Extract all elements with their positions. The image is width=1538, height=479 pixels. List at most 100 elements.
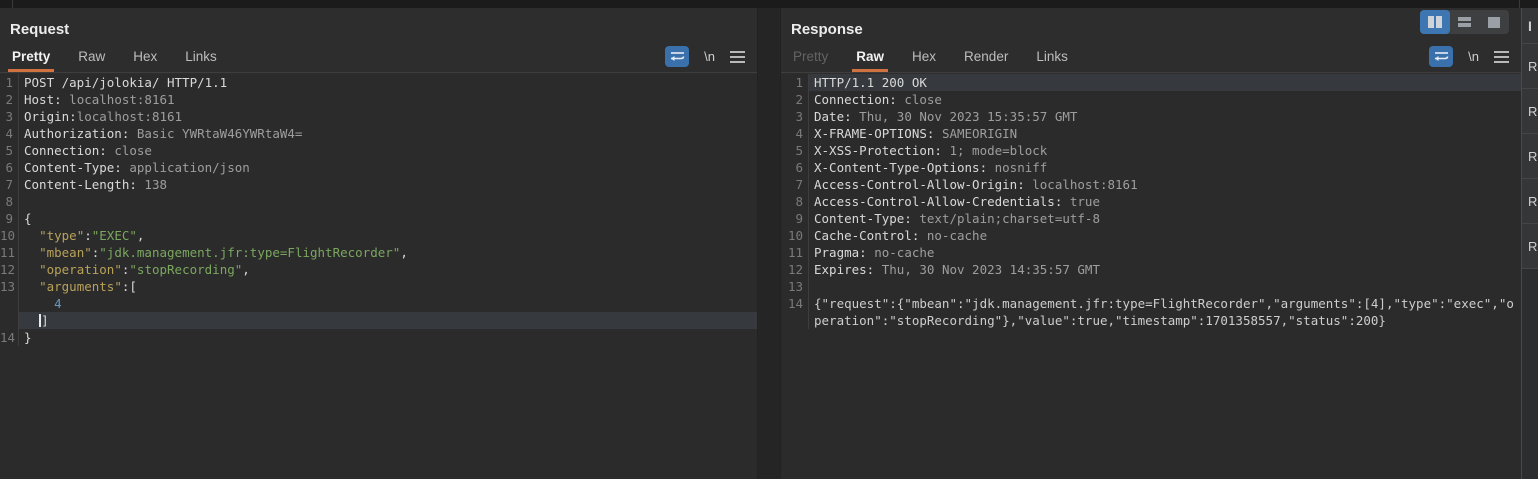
code-line[interactable]: 1 HTTP/1.1 200 OK: [781, 74, 1521, 91]
code-token: localhost:8161: [77, 109, 182, 124]
line-number: 1: [0, 74, 19, 91]
line-number: 10: [781, 227, 809, 244]
word-wrap-button[interactable]: [665, 46, 689, 67]
code-line[interactable]: 9{: [0, 210, 757, 227]
line-number: 1: [781, 74, 809, 91]
top-strip: [0, 0, 1538, 8]
code-text: Content-Length: 138: [19, 176, 757, 193]
code-token: HTTP/1.1 200 OK: [814, 75, 927, 90]
response-tab-links[interactable]: Links: [1034, 45, 1070, 73]
inspector-section[interactable]: R: [1522, 179, 1538, 224]
response-tab-pretty[interactable]: Pretty: [791, 45, 830, 73]
rows-icon: [1458, 17, 1471, 27]
code-line[interactable]: 7Access-Control-Allow-Origin: localhost:…: [781, 176, 1521, 193]
code-token: Thu, 30 Nov 2023 15:35:57 GMT: [852, 109, 1078, 124]
code-text: X-Content-Type-Options: nosniff: [809, 159, 1521, 176]
code-line[interactable]: 14}: [0, 329, 757, 346]
side-by-side-view-button[interactable]: [1420, 10, 1450, 34]
code-token: no-cache: [867, 245, 935, 260]
code-line[interactable]: 4X-FRAME-OPTIONS: SAMEORIGIN: [781, 125, 1521, 142]
code-token: localhost:8161: [1025, 177, 1138, 192]
code-line[interactable]: 4: [0, 295, 757, 312]
word-wrap-icon: [1434, 50, 1449, 63]
show-newlines-button[interactable]: \n: [704, 49, 715, 64]
code-token: X-Content-Type-Options:: [814, 160, 987, 175]
code-line[interactable]: 10Cache-Control: no-cache: [781, 227, 1521, 244]
response-tab-raw[interactable]: Raw: [854, 45, 886, 73]
code-text: {: [19, 210, 757, 227]
response-tab-hex[interactable]: Hex: [910, 45, 938, 73]
request-tab-links[interactable]: Links: [183, 45, 219, 73]
code-text: POST /api/jolokia/ HTTP/1.1: [19, 74, 757, 91]
code-line[interactable]: 5Connection: close: [0, 142, 757, 159]
line-number: 7: [0, 176, 19, 193]
code-line[interactable]: 10 "type":"EXEC",: [0, 227, 757, 244]
code-token: X-FRAME-OPTIONS:: [814, 126, 934, 141]
code-line[interactable]: 2Host: localhost:8161: [0, 91, 757, 108]
code-line[interactable]: 13: [781, 278, 1521, 295]
code-token: Authorization:: [24, 126, 129, 141]
tab-separator: [0, 72, 757, 73]
inspector-section[interactable]: R: [1522, 44, 1538, 89]
inspector-section[interactable]: R: [1522, 89, 1538, 134]
code-line[interactable]: 11Pragma: no-cache: [781, 244, 1521, 261]
code-token: close: [107, 143, 152, 158]
request-panel: Request Pretty Raw Hex Links \n 1POST /a…: [0, 8, 757, 479]
code-line[interactable]: 2Connection: close: [781, 91, 1521, 108]
code-text: }: [19, 329, 757, 346]
editor-menu-icon[interactable]: [730, 51, 745, 63]
code-line[interactable]: 11 "mbean":"jdk.management.jfr:type=Flig…: [0, 244, 757, 261]
code-line[interactable]: 8: [0, 193, 757, 210]
line-number: 12: [0, 261, 19, 278]
editor-menu-icon[interactable]: [1494, 51, 1509, 63]
code-line[interactable]: 14{"request":{"mbean":"jdk.management.jf…: [781, 295, 1521, 329]
code-line[interactable]: 12 "operation":"stopRecording",: [0, 261, 757, 278]
code-token: "mbean": [39, 245, 92, 260]
line-number: 4: [0, 125, 19, 142]
code-token: Content-Length:: [24, 177, 137, 192]
request-editor[interactable]: 1 POST /api/jolokia/ HTTP/1.12Host: local…: [0, 74, 757, 479]
single-view-button[interactable]: [1479, 10, 1509, 34]
code-line[interactable]: 3Date: Thu, 30 Nov 2023 15:35:57 GMT: [781, 108, 1521, 125]
line-number: [0, 312, 19, 329]
code-token: ,: [242, 262, 250, 277]
code-text: "type":"EXEC",: [19, 227, 757, 244]
inspector-section[interactable]: R: [1522, 224, 1538, 269]
word-wrap-button[interactable]: [1429, 46, 1453, 67]
code-line[interactable]: 9Content-Type: text/plain;charset=utf-8: [781, 210, 1521, 227]
request-tab-raw[interactable]: Raw: [76, 45, 107, 73]
code-line[interactable]: 6Content-Type: application/json: [0, 159, 757, 176]
code-text: X-FRAME-OPTIONS: SAMEORIGIN: [809, 125, 1521, 142]
inspector-header[interactable]: I: [1522, 8, 1538, 44]
request-tab-pretty[interactable]: Pretty: [10, 45, 52, 73]
code-token: POST /api/jolokia/ HTTP/1.1: [24, 75, 227, 90]
line-number: 13: [0, 278, 19, 295]
square-icon: [1488, 17, 1500, 28]
code-line[interactable]: 12Expires: Thu, 30 Nov 2023 14:35:57 GMT: [781, 261, 1521, 278]
code-line[interactable]: 4Authorization: Basic YWRtaW46YWRtaW4=: [0, 125, 757, 142]
response-editor[interactable]: 1 HTTP/1.1 200 OK2Connection: close3Date:…: [781, 74, 1521, 479]
panel-splitter[interactable]: [757, 8, 781, 479]
code-line[interactable]: 6X-Content-Type-Options: nosniff: [781, 159, 1521, 176]
inspector-section[interactable]: R: [1522, 134, 1538, 179]
code-token: ,: [137, 228, 145, 243]
code-token: 138: [137, 177, 167, 192]
request-tab-hex[interactable]: Hex: [131, 45, 159, 73]
code-line[interactable]: 5X-XSS-Protection: 1; mode=block: [781, 142, 1521, 159]
code-token: Content-Type:: [814, 211, 912, 226]
response-tab-render[interactable]: Render: [962, 45, 1010, 73]
code-token: nosniff: [987, 160, 1047, 175]
code-text: Expires: Thu, 30 Nov 2023 14:35:57 GMT: [809, 261, 1521, 278]
show-newlines-button[interactable]: \n: [1468, 49, 1479, 64]
code-line[interactable]: 8Access-Control-Allow-Credentials: true: [781, 193, 1521, 210]
stacked-view-button[interactable]: [1450, 10, 1480, 34]
code-line[interactable]: 3Origin:localhost:8161: [0, 108, 757, 125]
code-line[interactable]: ]: [0, 312, 757, 329]
response-toolbar: \n: [1429, 46, 1509, 73]
line-number: 10: [0, 227, 19, 244]
code-line[interactable]: 7Content-Length: 138: [0, 176, 757, 193]
code-token: Access-Control-Allow-Origin:: [814, 177, 1025, 192]
code-line[interactable]: 1 POST /api/jolokia/ HTTP/1.1: [0, 74, 757, 91]
code-token: [24, 279, 39, 294]
code-line[interactable]: 13 "arguments":[: [0, 278, 757, 295]
